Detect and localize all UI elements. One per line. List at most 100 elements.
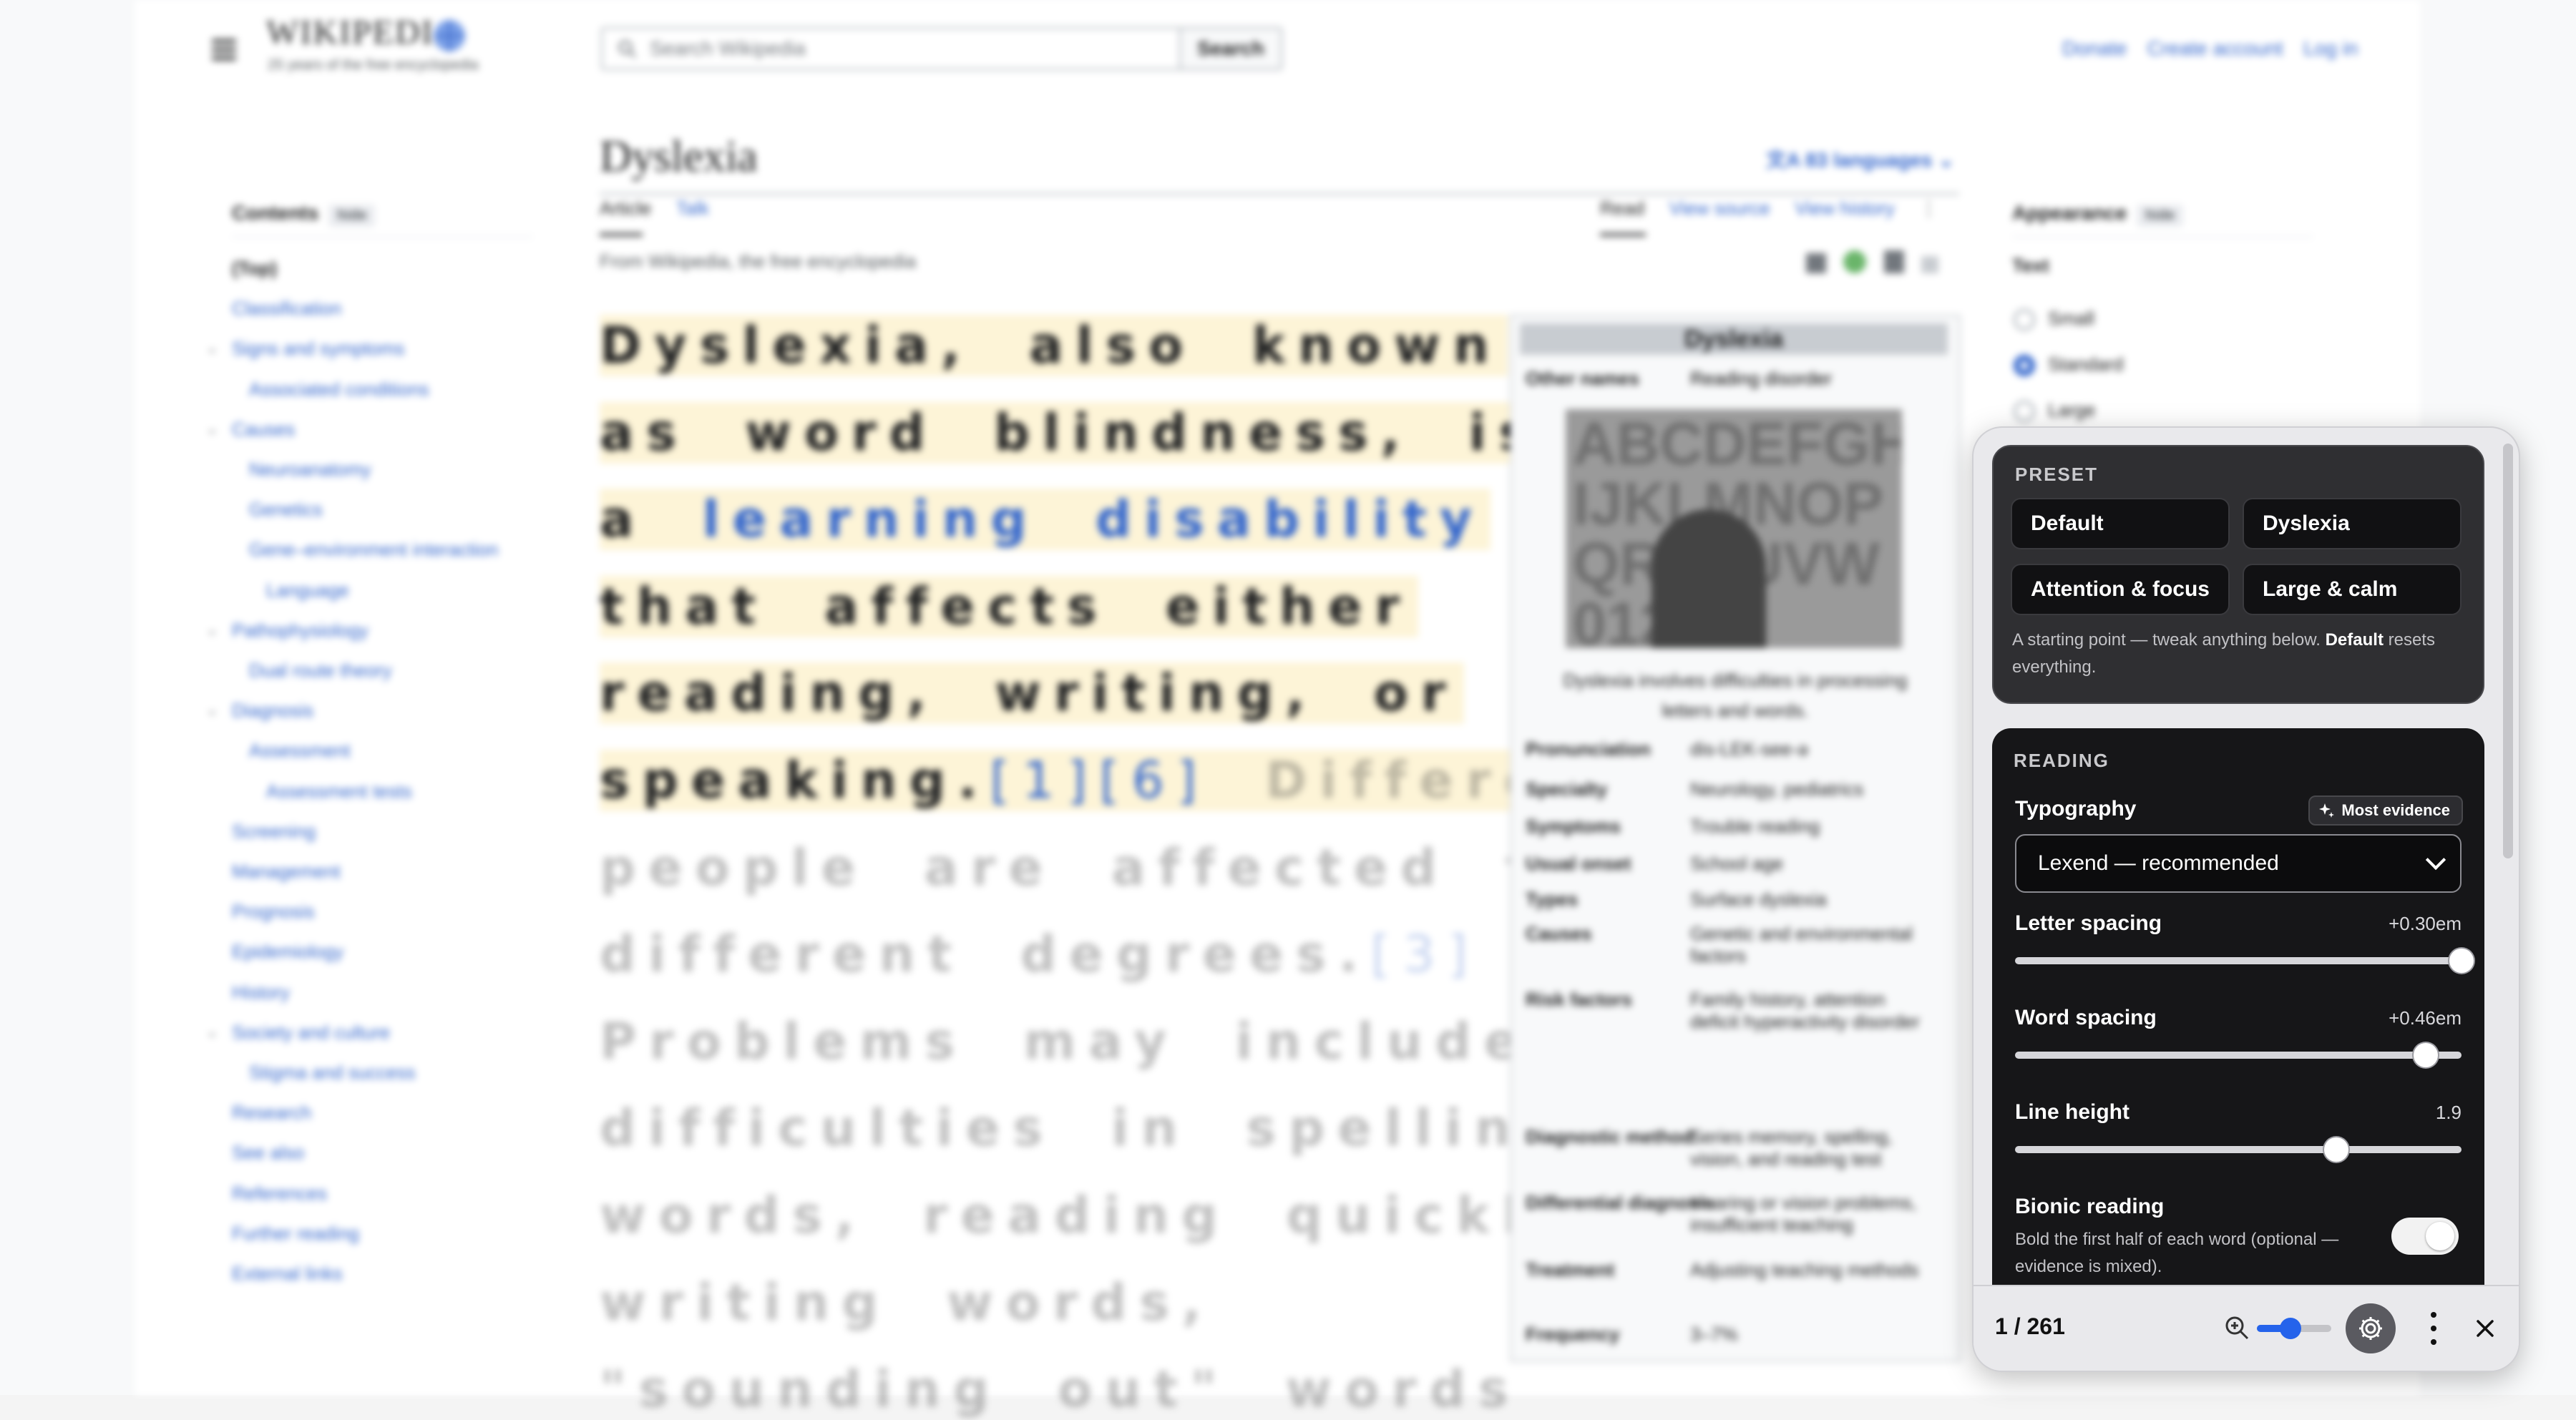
slider-thumb[interactable] [2414, 1043, 2439, 1067]
infobox-label: Pronunciation [1526, 738, 1651, 760]
text-size-radio[interactable] [2014, 309, 2035, 330]
lead-line-text: a [600, 490, 703, 549]
infobox-label: Diagnostic method [1526, 1126, 1694, 1147]
letter-spacing-slider[interactable] [2015, 949, 2474, 973]
toc-item[interactable]: Associated conditions [249, 378, 429, 401]
infobox-label: Types [1526, 888, 1579, 910]
toc-item[interactable]: Management [232, 861, 341, 883]
toc-collapse-icon[interactable]: ⌄ [206, 621, 218, 639]
infobox-value: 3–7% [1690, 1323, 1738, 1345]
infobox-row: Diagnostic method Series memory, spelling… [1526, 1126, 1893, 1170]
toc-collapse-icon[interactable]: ⌄ [206, 1023, 218, 1041]
toc-item[interactable]: Society and culture [232, 1022, 390, 1044]
menu-bar [212, 48, 236, 52]
toc-item[interactable]: External links [232, 1263, 343, 1285]
toc-collapse-icon[interactable]: ⌄ [206, 701, 218, 719]
infobox-label: Causes [1526, 923, 1592, 944]
toc-item[interactable]: Neuroanatomy [249, 459, 371, 481]
lead-line-text: reading, writing, or [600, 664, 1459, 723]
tab-view-source[interactable]: View source [1669, 197, 1770, 219]
preset-dyslexia-button[interactable]: Dyslexia [2243, 498, 2462, 549]
wikipedia-tagline: 25 years of the free encyclopedia [268, 57, 479, 73]
toc-item[interactable]: Classification [232, 298, 341, 320]
tab-talk[interactable]: Talk [676, 197, 709, 219]
toc-collapse-icon[interactable]: ⌄ [206, 420, 218, 438]
toc-item[interactable]: Further reading [232, 1223, 359, 1245]
reader-toolbar: 1 / 261 [1974, 1285, 2519, 1371]
toc-item[interactable]: Epidemiology [232, 941, 343, 963]
panel-scroll-area[interactable]: PRESET Default Dyslexia Attention & focu… [1974, 428, 2519, 1286]
text-size-radio[interactable] [2014, 355, 2035, 376]
preset-label: PRESET [2015, 464, 2099, 485]
toc-item[interactable]: Language [266, 579, 349, 602]
search-input[interactable]: Search Wikipedia [601, 27, 1182, 70]
infobox-row: Treatment Adjusting teaching methods [1526, 1259, 1918, 1281]
active-view-underline [1600, 233, 1646, 236]
more-tools-icon[interactable]: ⋮ [1919, 197, 1938, 219]
good-article-icon [1843, 250, 1867, 273]
toc-item[interactable]: Prognosis [232, 901, 315, 923]
settings-button[interactable] [2346, 1303, 2396, 1353]
zoom-icon[interactable] [2223, 1313, 2251, 1342]
tab-read[interactable]: Read [1600, 197, 1644, 219]
lead-line: words, reading quickly, [600, 1185, 1606, 1246]
more-options-icon[interactable] [2423, 1312, 2444, 1345]
preset-default-button[interactable]: Default [2011, 498, 2230, 549]
donate-link[interactable]: Donate [2062, 37, 2127, 59]
toc-item[interactable]: Gene–environment interaction [249, 539, 498, 561]
slider-thumb[interactable] [2449, 949, 2474, 973]
sparkle-icon [2319, 803, 2335, 818]
toc-item[interactable]: (Top) [232, 258, 277, 280]
infobox-row: Differential diagnosis Hearing or vision … [1526, 1192, 1916, 1235]
toc-collapse-icon[interactable]: ⌄ [206, 339, 218, 357]
toc-item[interactable]: History [232, 981, 290, 1004]
create-account-link[interactable]: Create account [2147, 37, 2283, 59]
toc-item[interactable]: Screening [232, 821, 316, 843]
toc-item[interactable]: Diagnosis [232, 700, 313, 722]
infobox-image: ABCDEFGH IJKLMNOP QRSTUVW 01234 [1566, 409, 1902, 648]
toc-item[interactable]: Genetics [249, 499, 323, 521]
tab-view-history[interactable]: View history [1795, 197, 1895, 219]
toc-item[interactable]: References [232, 1182, 327, 1205]
close-icon[interactable] [2474, 1318, 2496, 1339]
font-select[interactable]: Lexend — recommended [2015, 834, 2462, 893]
tab-article[interactable]: Article [600, 197, 651, 219]
bionic-reading-toggle[interactable] [2391, 1218, 2459, 1255]
contents-hide-button[interactable]: hide [328, 205, 376, 227]
contents-title: Contents [232, 202, 319, 224]
line-height-slider[interactable] [2015, 1137, 2462, 1162]
panel-scrollbar[interactable] [2503, 444, 2513, 858]
toc-item[interactable]: Stigma and success [249, 1062, 416, 1084]
menu-bar [212, 39, 236, 43]
text-size-radio[interactable] [2014, 401, 2035, 422]
toc-item[interactable]: Causes [232, 418, 295, 441]
infobox-row: Specialty Neurology, pediatrics [1526, 778, 1863, 800]
lead-line: speaking.[1][6] Different [600, 750, 1642, 811]
toc-item[interactable]: Pathophysiology [232, 620, 369, 642]
log-in-link[interactable]: Log in [2303, 37, 2358, 59]
toc-item[interactable]: See also [232, 1142, 304, 1164]
toc-item[interactable]: Signs and symptoms [232, 338, 404, 360]
appearance-hide-button[interactable]: hide [2137, 205, 2184, 227]
reference-link[interactable]: [3] [1371, 925, 1480, 984]
word-spacing-slider[interactable] [2015, 1043, 2462, 1067]
search-button[interactable]: Search [1179, 27, 1282, 70]
zoom-slider-thumb[interactable] [2279, 1318, 2301, 1339]
zoom-slider[interactable] [2257, 1318, 2331, 1339]
dot [2431, 1326, 2436, 1331]
preset-large-calm-button[interactable]: Large & calm [2243, 564, 2462, 615]
preset-attention-button[interactable]: Attention & focus [2011, 564, 2230, 615]
learning-disability-link[interactable]: learning disability [703, 490, 1485, 549]
language-button[interactable]: 文A 83 languages ⌄ [1766, 145, 1955, 173]
toc-item[interactable]: Dual route theory [249, 660, 391, 682]
lead-line: as word blindness, is [600, 401, 1548, 464]
toc-item[interactable]: Research [232, 1102, 311, 1124]
toc-item[interactable]: Assessment tests [266, 780, 412, 803]
toc-item[interactable]: Assessment [249, 740, 351, 762]
bionic-reading-desc: Bold the first half of each word (option… [2015, 1230, 2339, 1276]
reference-link[interactable]: [1][6] [990, 751, 1209, 810]
main-menu-button[interactable] [212, 34, 236, 65]
infobox-value: Family history, attention deficit hypera… [1690, 989, 1920, 1032]
evidence-badge: Most evidence [2308, 795, 2463, 826]
slider-thumb[interactable] [2324, 1137, 2349, 1162]
